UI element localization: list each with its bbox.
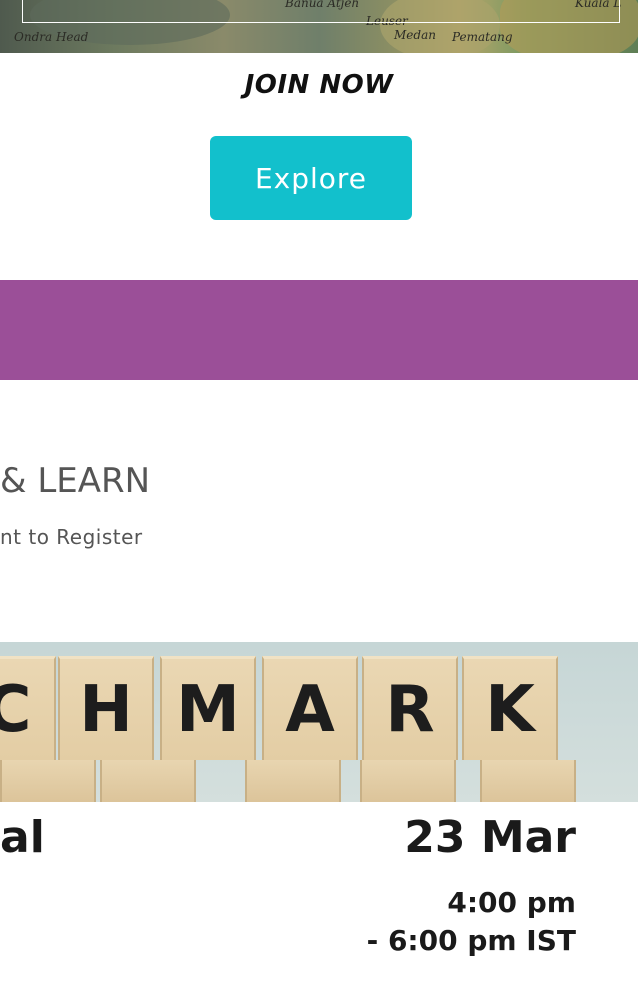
letter-block: R	[362, 656, 458, 760]
explore-button[interactable]: Explore	[210, 136, 412, 220]
join-now-heading: JOIN NOW	[244, 70, 394, 100]
event-end-time: - 6:00 pm IST	[366, 924, 576, 957]
map-label: Ondra Head	[14, 30, 89, 44]
purple-divider-band	[0, 280, 638, 380]
wooden-blocks-photo: C H M A R K	[0, 642, 638, 802]
map-banner-image: Ondra Head Banua Atjeh Leuser Medan Pema…	[0, 0, 638, 53]
letter-block: K	[462, 656, 558, 760]
letter-block: H	[58, 656, 154, 760]
letter-block: A	[262, 656, 358, 760]
event-type-text: al	[0, 812, 45, 863]
event-date: 23 Mar	[404, 812, 576, 863]
letter-block: M	[160, 656, 256, 760]
section-title: & LEARN	[0, 461, 151, 501]
event-banner-image[interactable]: C H M A R K al 23 Mar 4:00 pm - 6:00 pm …	[0, 642, 638, 987]
letter-block: C	[0, 656, 56, 760]
map-label: Medan	[394, 28, 436, 42]
map-label: Pematang	[452, 30, 513, 44]
banner-frame	[22, 0, 620, 23]
register-link[interactable]: nt to Register	[0, 525, 143, 549]
event-start-time: 4:00 pm	[447, 886, 576, 919]
